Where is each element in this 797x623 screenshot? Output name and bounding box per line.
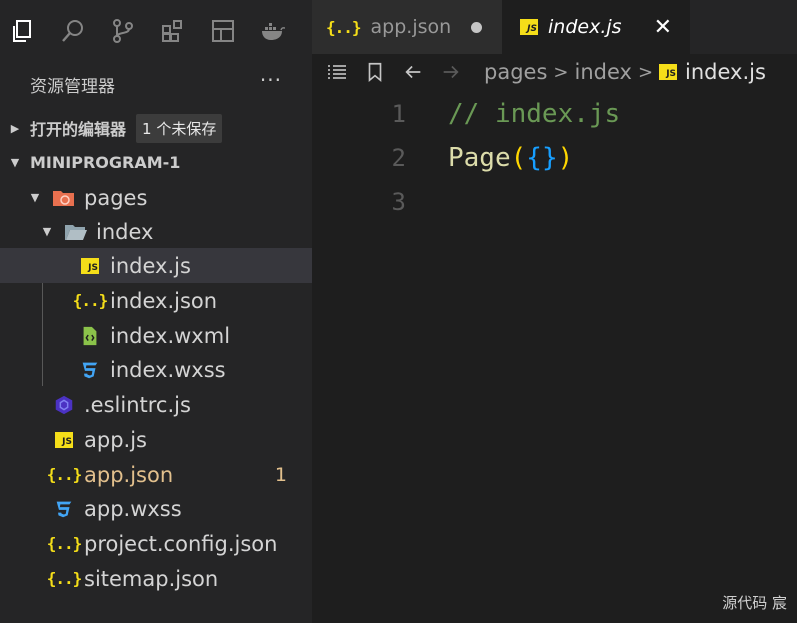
tree-item-index-wxml[interactable]: index.wxml [0, 318, 312, 353]
json-file-icon: {..} [46, 569, 83, 588]
tree-item-label: index.json [110, 288, 218, 313]
unsaved-dot-icon[interactable] [471, 21, 482, 33]
json-file-icon: {..} [326, 17, 362, 37]
source-control-icon[interactable] [108, 16, 138, 46]
json-file-icon: {..} [46, 465, 83, 484]
open-editors-section[interactable]: ▶ 打开的编辑器 1 个未保存 [0, 111, 312, 145]
tab-index-js[interactable]: JS index.js ✕ [502, 0, 690, 54]
watermark: 源代码 宸 [722, 594, 787, 612]
tree-item-pages[interactable]: ▼ pages [0, 180, 312, 215]
explorer-title: 资源管理器 [30, 77, 115, 97]
tree-item-sitemap[interactable]: {..} sitemap.json [0, 561, 312, 596]
project-label: MINIPROGRAM-1 [30, 152, 181, 172]
tree-item-label: index.wxss [110, 357, 226, 382]
tree-item-project-config[interactable]: {..} project.config.json [0, 526, 312, 561]
breadcrumb-separator: > [553, 61, 569, 83]
more-actions-button[interactable]: ··· [260, 68, 282, 92]
tree-item-label: project.config.json [84, 531, 278, 556]
code-text[interactable]: Page({}) [448, 143, 573, 173]
tab-label: app.json [370, 16, 452, 38]
problem-count-badge: 1 [274, 463, 287, 486]
chevron-down-icon: ▼ [30, 191, 40, 204]
tree-item-index-wxss[interactable]: index.wxss [0, 352, 312, 387]
activity-bar [0, 0, 312, 62]
bookmark-icon[interactable] [362, 59, 388, 85]
breadcrumb-segment[interactable]: index [574, 60, 631, 84]
tree-item-label: app.js [84, 427, 147, 452]
tab-app-json[interactable]: {..} app.json [312, 0, 502, 54]
code-brace: { [526, 143, 542, 173]
remote-explorer-icon[interactable] [208, 16, 238, 46]
breadcrumb-path: pages > index > JS index.js [484, 60, 766, 84]
search-icon[interactable] [58, 16, 88, 46]
explorer-icon[interactable] [8, 16, 38, 46]
line-number: 3 [391, 188, 406, 216]
tab-bar: {..} app.json JS index.js ✕ [312, 0, 797, 54]
code-brace: } [541, 143, 558, 173]
css-file-icon [52, 497, 76, 521]
chevron-down-icon: ▼ [10, 155, 20, 169]
javascript-file-icon: JS [78, 254, 102, 278]
line-number: 1 [391, 100, 406, 128]
tree-item-index-json[interactable]: {..} index.json [0, 283, 312, 318]
back-arrow-icon[interactable] [400, 59, 426, 85]
breadcrumb: pages > index > JS index.js [312, 54, 797, 90]
tree-item-label: index [96, 219, 154, 244]
sidebar: 资源管理器 ··· ▶ 打开的编辑器 1 个未保存 ▼ MINIPROGRAM-… [0, 0, 312, 623]
chevron-right-icon: ▶ [10, 121, 20, 135]
javascript-file-icon: JS [659, 64, 678, 80]
folder-open-icon [64, 220, 88, 244]
forward-arrow-icon[interactable] [438, 59, 464, 85]
open-editors-label: 打开的编辑器 [30, 120, 127, 139]
outline-icon[interactable] [324, 59, 350, 85]
editor-area: {..} app.json JS index.js ✕ pages > inde… [312, 0, 797, 623]
css-file-icon [78, 358, 102, 382]
tree-item-app-js[interactable]: JS app.js [0, 422, 312, 457]
tree-item-label: sitemap.json [84, 566, 219, 591]
tab-label: index.js [548, 16, 622, 38]
tree-item-index-js[interactable]: JS index.js [0, 248, 312, 283]
folder-open-icon [52, 186, 76, 210]
extensions-icon[interactable] [158, 16, 188, 46]
tree-item-label: app.wxss [84, 496, 182, 521]
code-function: Page [448, 143, 511, 173]
wxml-file-icon [78, 324, 102, 348]
javascript-file-icon: JS [520, 19, 538, 35]
eslint-icon [52, 393, 76, 417]
code-line[interactable]: 2 Page({}) [312, 136, 797, 180]
tree-item-label: app.json [84, 462, 174, 487]
javascript-file-icon: JS [52, 428, 76, 452]
chevron-down-icon: ▼ [42, 225, 52, 238]
tree-item-index-folder[interactable]: ▼ index [0, 214, 312, 249]
close-icon[interactable]: ✕ [654, 15, 672, 40]
unsaved-badge: 1 个未保存 [136, 113, 223, 143]
tree-item-label: pages [84, 185, 148, 210]
docker-icon[interactable] [258, 16, 288, 46]
code-line[interactable]: 3 [312, 180, 797, 224]
json-file-icon: {..} [46, 534, 83, 553]
tree-item-label: .eslintrc.js [84, 392, 191, 417]
json-file-icon: {..} [72, 291, 109, 310]
code-comment[interactable]: // index.js [448, 99, 620, 129]
tree-item-label: index.wxml [110, 323, 231, 348]
line-number: 2 [391, 144, 406, 172]
breadcrumb-separator: > [637, 61, 654, 83]
code-editor[interactable]: 1 // index.js 2 Page({}) 3 [312, 92, 797, 224]
tree-item-label: index.js [110, 253, 191, 278]
breadcrumb-current[interactable]: index.js [685, 60, 766, 84]
project-section[interactable]: ▼ MINIPROGRAM-1 [0, 145, 312, 179]
code-line[interactable]: 1 // index.js [312, 92, 797, 136]
code-paren: ) [557, 143, 574, 173]
code-paren: ( [510, 143, 527, 173]
breadcrumb-segment[interactable]: pages [484, 60, 547, 84]
tree-item-app-wxss[interactable]: app.wxss [0, 491, 312, 526]
tree-item-app-json[interactable]: {..} app.json 1 [0, 457, 312, 492]
tree-item-eslintrc[interactable]: .eslintrc.js [0, 387, 312, 422]
